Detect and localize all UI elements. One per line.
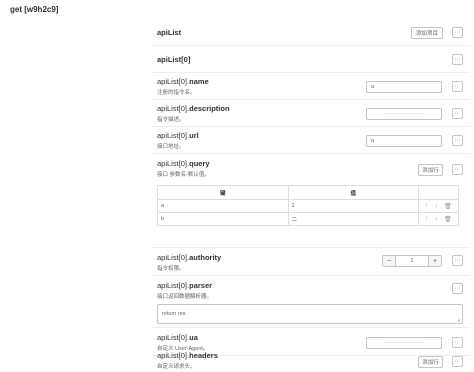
row-ops: ↑ ↓ 🗑 xyxy=(418,199,459,213)
column-header-key: 键 xyxy=(157,185,289,200)
more-icon: ⋯ xyxy=(454,257,461,264)
query-key-cell[interactable]: b xyxy=(157,212,289,226)
resize-handle-icon[interactable]: ◢ xyxy=(457,317,460,322)
row-description: apiList[0].description 指令描述。 ——————— ⋯ xyxy=(152,100,470,127)
authority-value[interactable]: 1 xyxy=(395,256,429,266)
table-row: a 1 ↑ ↓ 🗑 xyxy=(157,199,459,213)
more-icon: ⋯ xyxy=(454,29,461,36)
more-icon: ⋯ xyxy=(454,110,461,117)
ua-more-button[interactable]: ⋯ xyxy=(452,337,463,348)
query-more-button[interactable]: ⋯ xyxy=(452,164,463,175)
name-label: apiList[0].name xyxy=(157,77,209,86)
more-icon: ⋯ xyxy=(454,83,461,90)
headers-desc: 自定义请求头。 xyxy=(157,364,196,370)
parser-more-button[interactable]: ⋯ xyxy=(452,283,463,294)
more-icon: ⋯ xyxy=(454,339,461,346)
description-desc: 指令描述。 xyxy=(157,117,185,123)
more-icon: ⋯ xyxy=(454,358,461,365)
query-value-cell[interactable]: 二 xyxy=(287,212,420,226)
query-add-row-button[interactable]: 添加行 xyxy=(418,164,443,176)
more-icon: ⋯ xyxy=(454,285,461,292)
more-icon: ⋯ xyxy=(454,166,461,173)
move-down-icon[interactable]: ↓ xyxy=(435,216,438,222)
row-ops: ↑ ↓ 🗑 xyxy=(418,212,459,226)
name-more-button[interactable]: ⋯ xyxy=(452,81,463,92)
delete-icon[interactable]: 🗑 xyxy=(444,203,452,210)
query-value-cell[interactable]: 1 xyxy=(287,199,420,213)
ua-label: apiList[0].ua xyxy=(157,333,198,342)
move-down-icon[interactable]: ↓ xyxy=(435,203,438,209)
name-input[interactable]: a xyxy=(366,81,442,93)
url-input[interactable]: q xyxy=(366,135,442,147)
apilist-more-button[interactable]: ⋯ xyxy=(452,27,463,38)
url-desc: 接口地址。 xyxy=(157,144,185,150)
url-more-button[interactable]: ⋯ xyxy=(452,135,463,146)
headers-more-button[interactable]: ⋯ xyxy=(452,356,463,367)
apilist-label: apiList xyxy=(157,28,182,37)
row-authority: apiList[0].authority 指令权限。 − 1 + ⋯ xyxy=(152,248,470,276)
query-key-cell[interactable]: a xyxy=(157,199,289,213)
add-item-button[interactable]: 添加项目 xyxy=(411,27,443,39)
parser-textarea[interactable]: return res ◢ xyxy=(157,304,463,324)
query-label: apiList[0].query xyxy=(157,159,210,168)
page-title: get [w9h2c9] xyxy=(10,5,59,14)
column-header-value: 值 xyxy=(287,185,420,200)
description-label: apiList[0].description xyxy=(157,104,230,113)
parser-desc: 接口返回数据解析器。 xyxy=(157,294,213,300)
row-apilist: apiList 添加项目 ⋯ xyxy=(152,18,470,46)
parser-label: apiList[0].parser xyxy=(157,281,213,290)
delete-icon[interactable]: 🗑 xyxy=(444,216,452,223)
row-headers: apiList[0].headers 自定义请求头。 添加行 ⋯ xyxy=(152,351,470,372)
headers-add-row-button[interactable]: 添加行 xyxy=(418,356,443,368)
table-row: b 二 ↑ ↓ 🗑 xyxy=(157,212,459,226)
row-url: apiList[0].url 接口地址。 q ⋯ xyxy=(152,127,470,154)
more-icon: ⋯ xyxy=(454,137,461,144)
ua-input[interactable]: ——————— xyxy=(366,337,442,349)
description-input[interactable]: ——————— xyxy=(366,108,442,120)
query-table: 键 值 a 1 ↑ ↓ 🗑 b 二 ↑ ↓ 🗑 xyxy=(157,185,459,226)
more-icon: ⋯ xyxy=(454,56,461,63)
url-label: apiList[0].url xyxy=(157,131,199,140)
query-desc: 接口 参数名-默认值。 xyxy=(157,172,210,178)
headers-label: apiList[0].headers xyxy=(157,351,218,360)
apilist-0-label: apiList[0] xyxy=(157,55,191,64)
authority-more-button[interactable]: ⋯ xyxy=(452,255,463,266)
row-query: apiList[0].query 接口 参数名-默认值。 添加行 ⋯ 键 值 a… xyxy=(152,154,470,248)
move-up-icon[interactable]: ↑ xyxy=(425,203,428,209)
row-parser: apiList[0].parser 接口返回数据解析器。 ⋯ return re… xyxy=(152,276,470,328)
stepper-decrement-button[interactable]: − xyxy=(383,256,395,266)
column-header-ops xyxy=(418,185,459,200)
authority-label: apiList[0].authority xyxy=(157,253,222,262)
authority-stepper: − 1 + xyxy=(382,255,442,267)
apilist-0-more-button[interactable]: ⋯ xyxy=(452,54,463,65)
description-more-button[interactable]: ⋯ xyxy=(452,108,463,119)
move-up-icon[interactable]: ↑ xyxy=(425,216,428,222)
config-panel: apiList 添加项目 ⋯ apiList[0] ⋯ apiList[0].n… xyxy=(152,18,470,372)
row-apilist-0: apiList[0] ⋯ xyxy=(152,46,470,73)
name-desc: 注册的指令名。 xyxy=(157,90,196,96)
authority-desc: 指令权限。 xyxy=(157,266,185,272)
row-name: apiList[0].name 注册的指令名。 a ⋯ xyxy=(152,73,470,100)
stepper-increment-button[interactable]: + xyxy=(429,256,441,266)
parser-code: return res xyxy=(162,311,186,317)
